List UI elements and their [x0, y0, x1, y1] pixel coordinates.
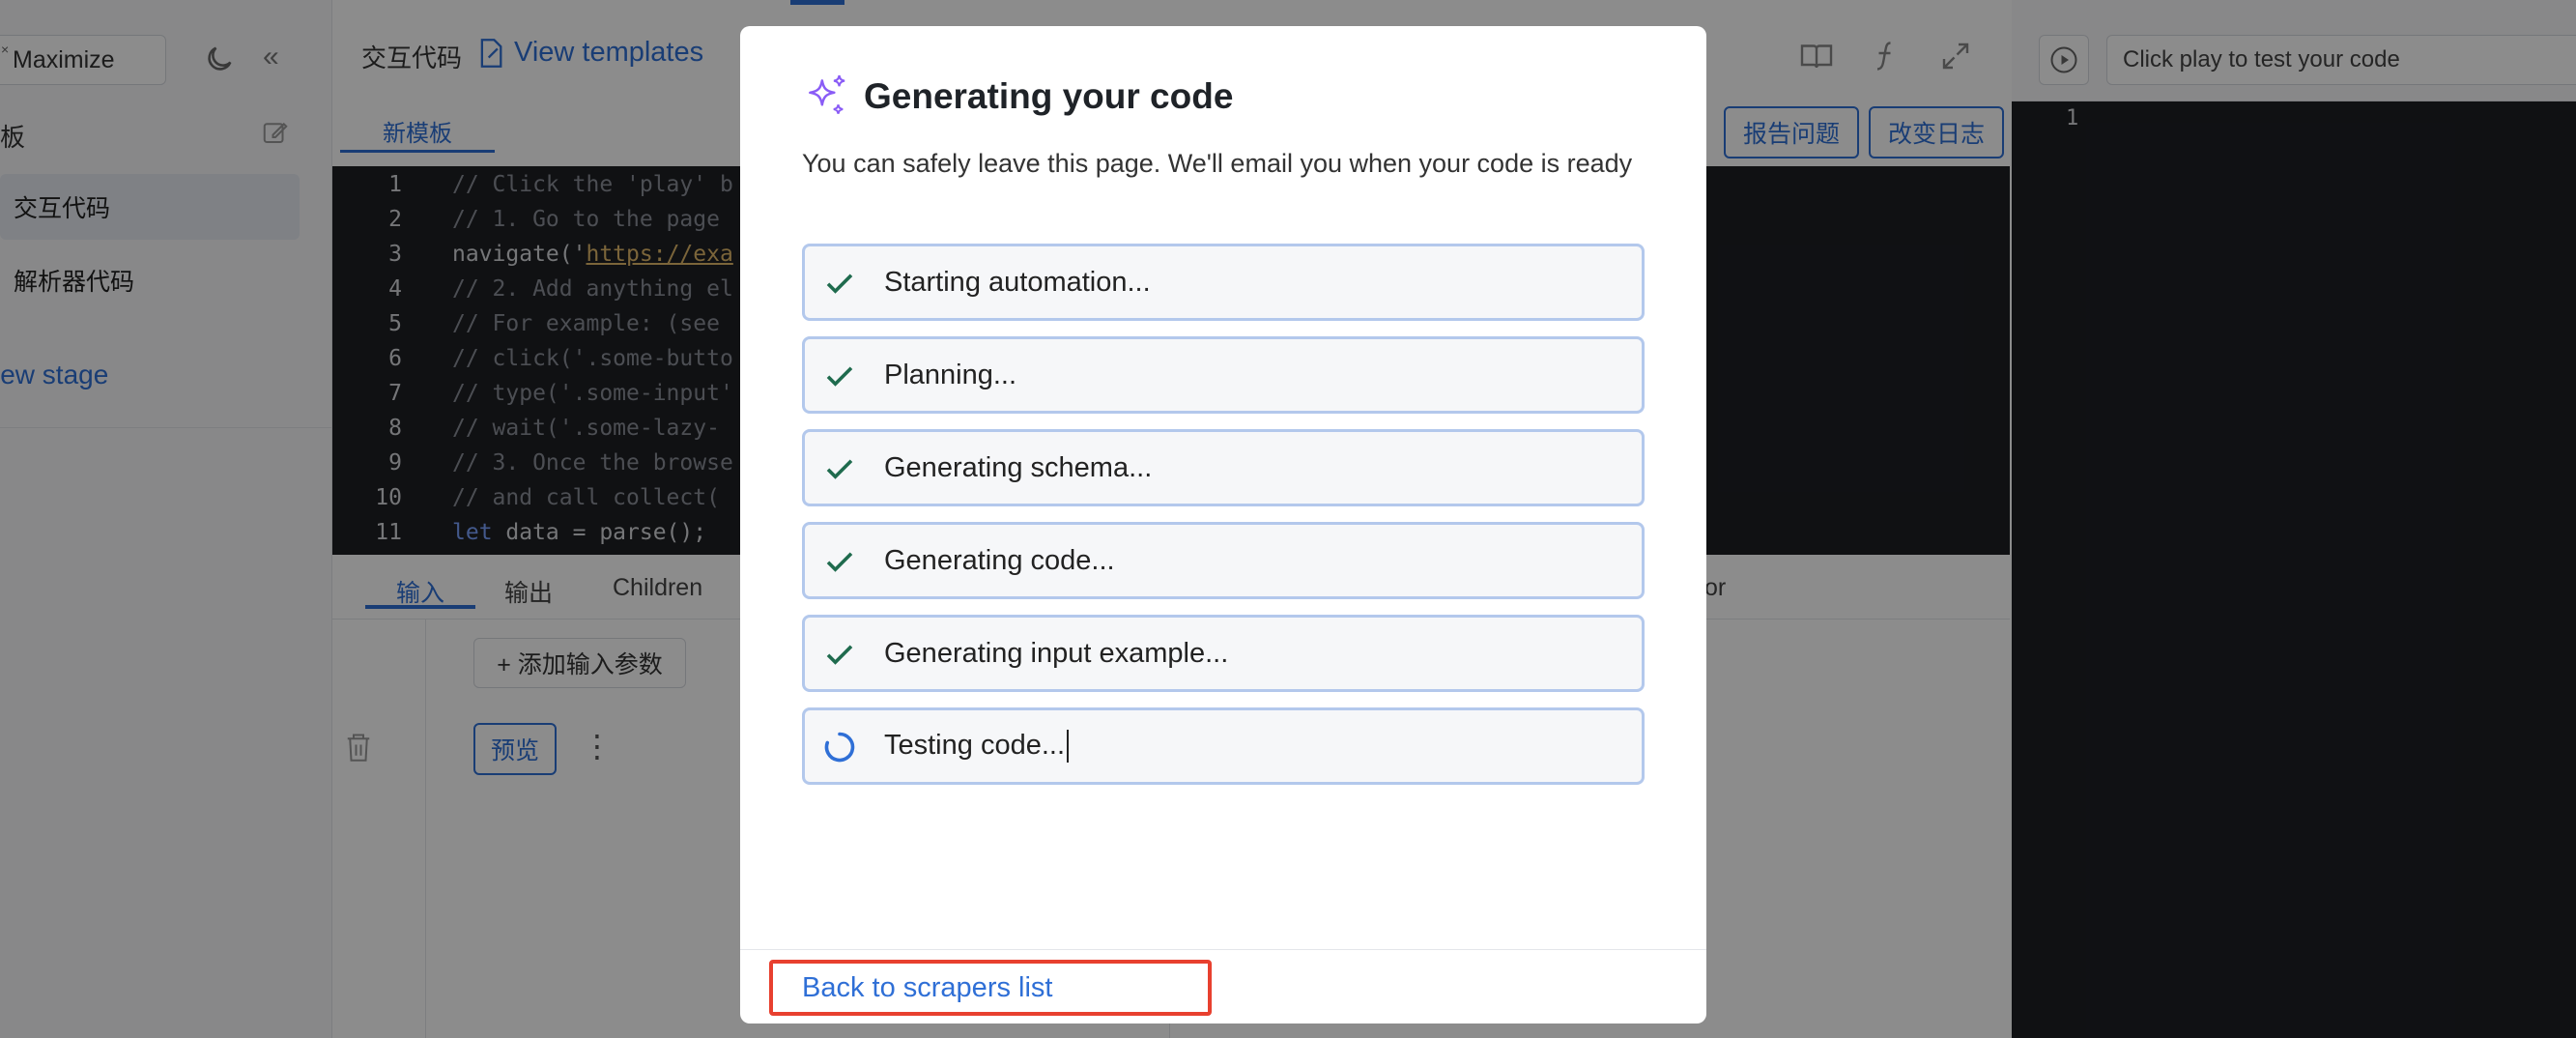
- dialog-subtitle: You can safely leave this page. We'll em…: [802, 149, 1633, 178]
- step-label: Starting automation...: [884, 266, 1151, 298]
- step-label-wrap: Testing code...: [884, 729, 1069, 764]
- step-label: Generating schema...: [884, 451, 1153, 483]
- check-icon: [826, 366, 853, 387]
- step-planning: Planning...: [802, 336, 1645, 414]
- text-caret: [1067, 730, 1069, 764]
- dialog-title: Generating your code: [864, 76, 1234, 116]
- step-label: Planning...: [884, 359, 1017, 390]
- step-generating-schema: Generating schema...: [802, 429, 1645, 506]
- step-starting-automation: Starting automation...: [802, 244, 1645, 321]
- check-icon: [826, 274, 853, 294]
- step-testing-code: Testing code...: [802, 707, 1645, 785]
- step-label: Generating input example...: [884, 637, 1229, 669]
- app-window: × Maximize « 板 交互代码 解析器代码 lew stage 交互代码: [0, 0, 2576, 1038]
- check-icon: [826, 459, 853, 479]
- back-to-scrapers-link[interactable]: Back to scrapers list: [769, 960, 1212, 1016]
- sparkle-icon: [809, 74, 845, 114]
- dialog-footer-divider: [740, 949, 1706, 950]
- check-icon: [826, 645, 853, 665]
- step-label: Testing code...: [884, 729, 1065, 761]
- back-to-scrapers-label: Back to scrapers list: [802, 971, 1053, 1003]
- step-generating-code: Generating code...: [802, 522, 1645, 599]
- step-generating-input-example: Generating input example...: [802, 615, 1645, 692]
- generating-code-dialog: Generating your code You can safely leav…: [740, 26, 1706, 1024]
- spinner-icon: [824, 732, 855, 763]
- check-icon: [826, 552, 853, 572]
- step-label: Generating code...: [884, 544, 1115, 576]
